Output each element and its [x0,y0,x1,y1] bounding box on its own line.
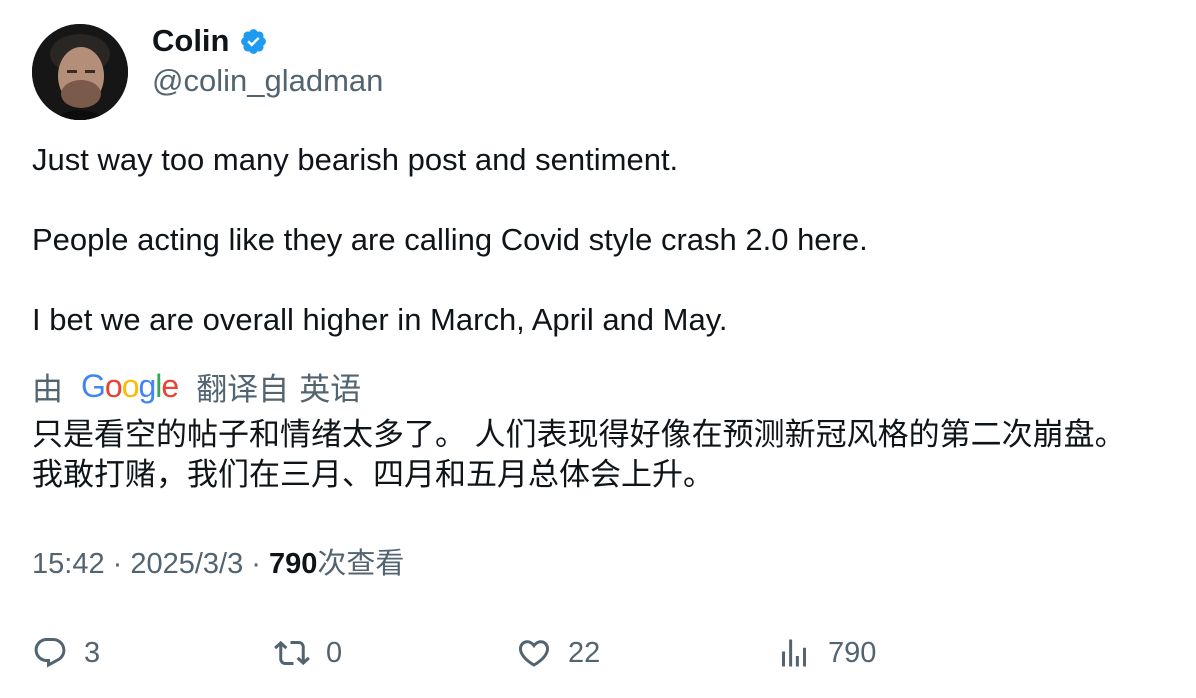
avatar[interactable] [32,24,128,120]
like-count: 22 [568,636,601,669]
tweet-line: I bet we are overall higher in March, Ap… [32,302,728,337]
retweet-count: 0 [326,636,343,669]
tweet-meta: 15:42 · 2025/3/3 · 790次查看 [32,545,404,583]
analytics-icon [782,639,806,667]
google-logo: Google [81,367,179,404]
retweet-button[interactable]: 0 [274,630,342,676]
translated-text: 只是看空的帖子和情绪太多了。 人们表现得好像在预测新冠风格的第二次崩盘。 我敢打… [32,415,1192,495]
reply-icon [34,638,66,668]
action-bar: 3 0 22 790 [0,630,1196,676]
tweet-time[interactable]: 15:42 [32,548,105,580]
translated-line: 我敢打赌，我们在三月、四月和五月总体会上升。 [32,457,714,492]
tweet-line: Just way too many bearish post and senti… [32,142,679,177]
views-label: 次查看 [317,548,405,580]
translated-from-label: 翻译自 [196,371,290,407]
author-name[interactable]: Colin [152,22,230,60]
translated-by-label: 由 [32,371,63,407]
views-button[interactable]: 790 [776,630,876,676]
reply-count: 3 [84,636,101,669]
views-count: 790 [269,548,318,580]
translation-attribution[interactable]: 由 Google 翻译自 英语 [32,366,362,407]
source-language: 英语 [299,371,362,407]
like-button[interactable]: 22 [516,630,600,676]
avatar-image [32,24,128,120]
verified-badge-icon [239,27,268,56]
tweet-date[interactable]: 2025/3/3 [130,548,243,580]
author-handle[interactable]: @colin_gladman [152,62,383,100]
retweet-icon [274,640,310,666]
heart-icon [518,640,550,667]
meta-separator: · [104,548,131,580]
views-count-action: 790 [828,636,877,669]
tweet-line: People acting like they are calling Covi… [32,222,868,257]
meta-separator: · [243,548,270,580]
tweet-text: Just way too many bearish post and senti… [32,140,1172,340]
translated-line: 只是看空的帖子和情绪太多了。 人们表现得好像在预测新冠风格的第二次崩盘。 [32,417,1126,452]
display-name[interactable]: Colin [152,22,268,60]
reply-button[interactable]: 3 [32,630,100,676]
